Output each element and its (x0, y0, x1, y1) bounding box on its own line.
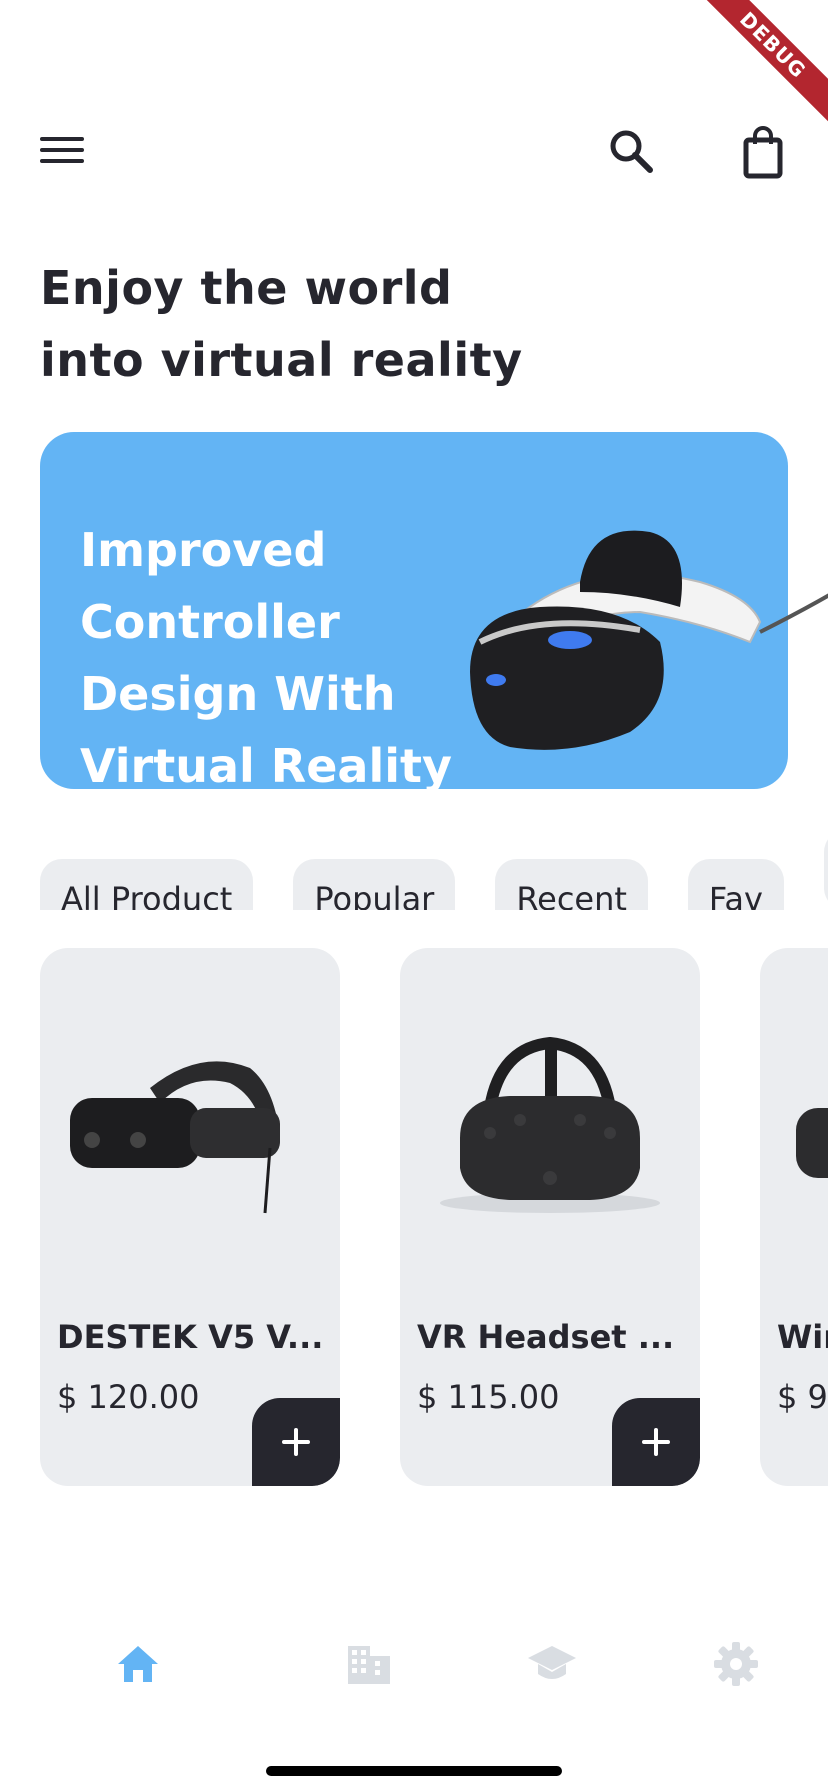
settings-icon[interactable] (708, 1636, 764, 1692)
search-icon[interactable] (604, 124, 660, 180)
product-price: $ 115.00 (417, 1378, 560, 1416)
page-title-line-1: Enjoy the world (40, 261, 453, 315)
business-icon[interactable] (340, 1636, 396, 1692)
add-to-cart-button[interactable] (612, 1398, 700, 1486)
product-name: DESTEK V5 V... (57, 1318, 324, 1356)
product-image (796, 1108, 828, 1178)
product-name: Wir (777, 1318, 828, 1356)
home-icon[interactable] (110, 1636, 166, 1692)
debug-label: DEBUG (695, 0, 828, 123)
promo-banner[interactable]: Improved Controller Design With Virtual … (40, 432, 828, 793)
vr-headset-image (470, 530, 828, 750)
category-chip-fav[interactable]: Fav (687, 859, 784, 910)
product-price: $ 120.00 (57, 1378, 200, 1416)
product-card[interactable]: VR Headset ... $ 115.00 (400, 948, 700, 1486)
menu-icon[interactable] (40, 130, 88, 174)
page-title: Enjoy the world into virtual reality (40, 252, 640, 396)
product-list: DESTEK V5 V... $ 120.00 VR Headset ... $… (40, 948, 828, 1488)
category-chip-all-product[interactable]: All Product (40, 859, 254, 910)
category-tabs: All Product Popular Recent Fav (40, 830, 828, 910)
product-name: VR Headset ... (417, 1318, 675, 1356)
product-image (440, 1036, 660, 1213)
product-price: $ 9 (777, 1378, 828, 1416)
bottom-navigation (0, 1636, 828, 1696)
banner-title-line-3: Virtual Reality (80, 739, 452, 793)
banner-title-line-1: Improved Controller (80, 523, 340, 649)
school-icon[interactable] (524, 1636, 580, 1692)
shopping-bag-icon[interactable] (736, 122, 792, 182)
category-chip-recent[interactable]: Recent (495, 859, 648, 910)
home-indicator[interactable] (266, 1766, 562, 1776)
product-card[interactable]: DESTEK V5 V... $ 120.00 (40, 948, 340, 1486)
category-chip-popular[interactable]: Popular (293, 859, 456, 910)
debug-banner: DEBUG (688, 0, 828, 140)
product-card[interactable]: Wir $ 9 (760, 948, 828, 1486)
add-to-cart-button[interactable] (252, 1398, 340, 1486)
category-chip-partial[interactable] (823, 830, 828, 910)
product-image (70, 1061, 280, 1214)
page-title-line-2: into virtual reality (40, 333, 523, 387)
banner-title-line-2: Design With (80, 667, 396, 721)
top-app-bar (40, 120, 788, 184)
